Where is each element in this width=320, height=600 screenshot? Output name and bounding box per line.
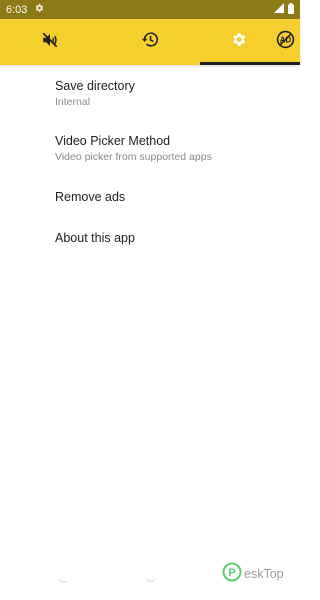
nav-back-hint-icon <box>58 578 68 583</box>
status-time: 6:03 <box>6 3 28 16</box>
tab-bar: AD <box>0 19 300 65</box>
setting-summary: Video picker from supported apps <box>55 151 212 163</box>
mute-icon <box>41 31 59 54</box>
setting-about-app[interactable]: About this app <box>0 231 135 246</box>
remove-ads-icon: AD <box>276 30 295 54</box>
watermark-text: eskTop <box>244 566 284 581</box>
tab-mute[interactable] <box>0 19 100 65</box>
signal-icon <box>274 3 284 16</box>
watermark-logo-icon: P <box>222 562 242 585</box>
history-icon <box>141 30 160 54</box>
setting-summary: Internal <box>55 96 91 108</box>
setting-remove-ads[interactable]: Remove ads <box>0 190 125 205</box>
settings-gear-icon <box>34 3 44 16</box>
setting-save-directory[interactable]: Save directory Internal <box>0 79 135 109</box>
setting-title: Remove ads <box>55 190 126 204</box>
nav-home-hint-icon <box>146 578 156 583</box>
tab-history[interactable] <box>100 19 200 65</box>
tab-settings[interactable] <box>200 19 276 65</box>
watermark-logo-letter: P <box>228 567 235 579</box>
setting-video-picker-method[interactable]: Video Picker Method Video picker from su… <box>0 134 212 164</box>
battery-icon <box>288 2 294 17</box>
setting-title: About this app <box>55 231 135 245</box>
setting-title: Save directory <box>55 79 135 93</box>
tab-indicator <box>200 62 300 65</box>
settings-icon <box>230 31 247 53</box>
status-bar: 6:03 <box>0 0 300 19</box>
tab-remove-ads[interactable]: AD <box>270 19 300 65</box>
watermark: P eskTop <box>222 562 284 585</box>
setting-title: Video Picker Method <box>55 134 171 148</box>
